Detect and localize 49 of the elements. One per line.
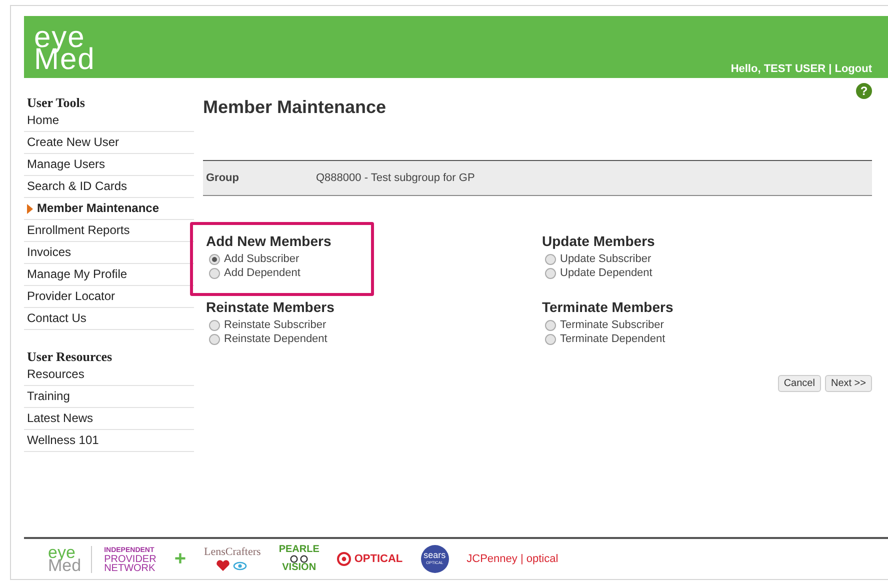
radio-button[interactable]	[209, 254, 220, 264]
cancel-button[interactable]: Cancel	[778, 375, 821, 392]
radio-label[interactable]: Terminate Dependent	[560, 333, 666, 345]
radio-button[interactable]	[209, 268, 220, 278]
group-label: Group	[205, 172, 240, 184]
sidebar-item[interactable]: Resources	[24, 364, 194, 386]
page-title: Member Maintenance	[203, 97, 386, 118]
sidebar-item[interactable]: Contact Us	[24, 308, 194, 330]
logo: PEARLE VISION	[278, 545, 320, 573]
sidebar-item[interactable]: Manage My Profile	[24, 264, 194, 286]
radio-label[interactable]: Update Dependent	[560, 267, 652, 279]
section-heading: Reinstate Members	[206, 299, 336, 315]
sidebar-item[interactable]: Manage Users	[24, 154, 194, 176]
radio-button[interactable]	[545, 254, 556, 264]
section-heading: Add New Members	[206, 233, 332, 249]
radio-label[interactable]: Terminate Subscriber	[560, 319, 664, 331]
sidebar-item[interactable]: Enrollment Reports	[24, 220, 194, 242]
next-button[interactable]: Next >>	[824, 375, 872, 392]
section-heading: Terminate Members	[542, 299, 674, 315]
plus-sign: +	[174, 548, 186, 570]
logo: OPTICAL	[337, 552, 403, 566]
section-heading: Update Members	[542, 233, 656, 249]
help-icon[interactable]: ?	[856, 83, 872, 99]
radio-button[interactable]	[209, 334, 220, 344]
sidebar-item[interactable]: Wellness 101	[24, 430, 194, 452]
radio-button[interactable]	[545, 334, 556, 344]
logo: JCPenney | optical	[466, 553, 558, 565]
sidebar-item[interactable]: Home	[24, 110, 194, 132]
sidebar-item[interactable]: Latest News	[24, 408, 194, 430]
radio-label[interactable]: Reinstate Subscriber	[224, 319, 326, 331]
sidebar-item[interactable]: Training	[24, 386, 194, 408]
radio-label[interactable]: Add Subscriber	[224, 253, 300, 265]
radio-label[interactable]: Add Dependent	[224, 267, 300, 279]
logo: LensCrafters	[204, 546, 261, 572]
sidebar-item[interactable]: Member Maintenance	[24, 198, 194, 220]
sidebar-heading: User Tools	[26, 95, 86, 110]
sidebar-item[interactable]: Search & ID Cards	[24, 176, 194, 198]
logo: eye Med	[34, 23, 96, 71]
logo: eye Med	[48, 546, 82, 572]
radio-button[interactable]	[209, 320, 220, 330]
radio-label[interactable]: Reinstate Dependent	[224, 333, 328, 345]
sidebar-heading: User Resources	[26, 348, 114, 364]
group-value: Q888000 - Test subgroup for GP	[316, 172, 475, 184]
radio-button[interactable]	[545, 268, 556, 278]
radio-label[interactable]: Update Subscriber	[560, 253, 652, 265]
sidebar-item[interactable]: Provider Locator	[24, 286, 194, 308]
sidebar-item[interactable]: Create New User	[24, 132, 194, 154]
radio-button[interactable]	[545, 320, 556, 330]
sidebar-item[interactable]: Invoices	[24, 242, 194, 264]
